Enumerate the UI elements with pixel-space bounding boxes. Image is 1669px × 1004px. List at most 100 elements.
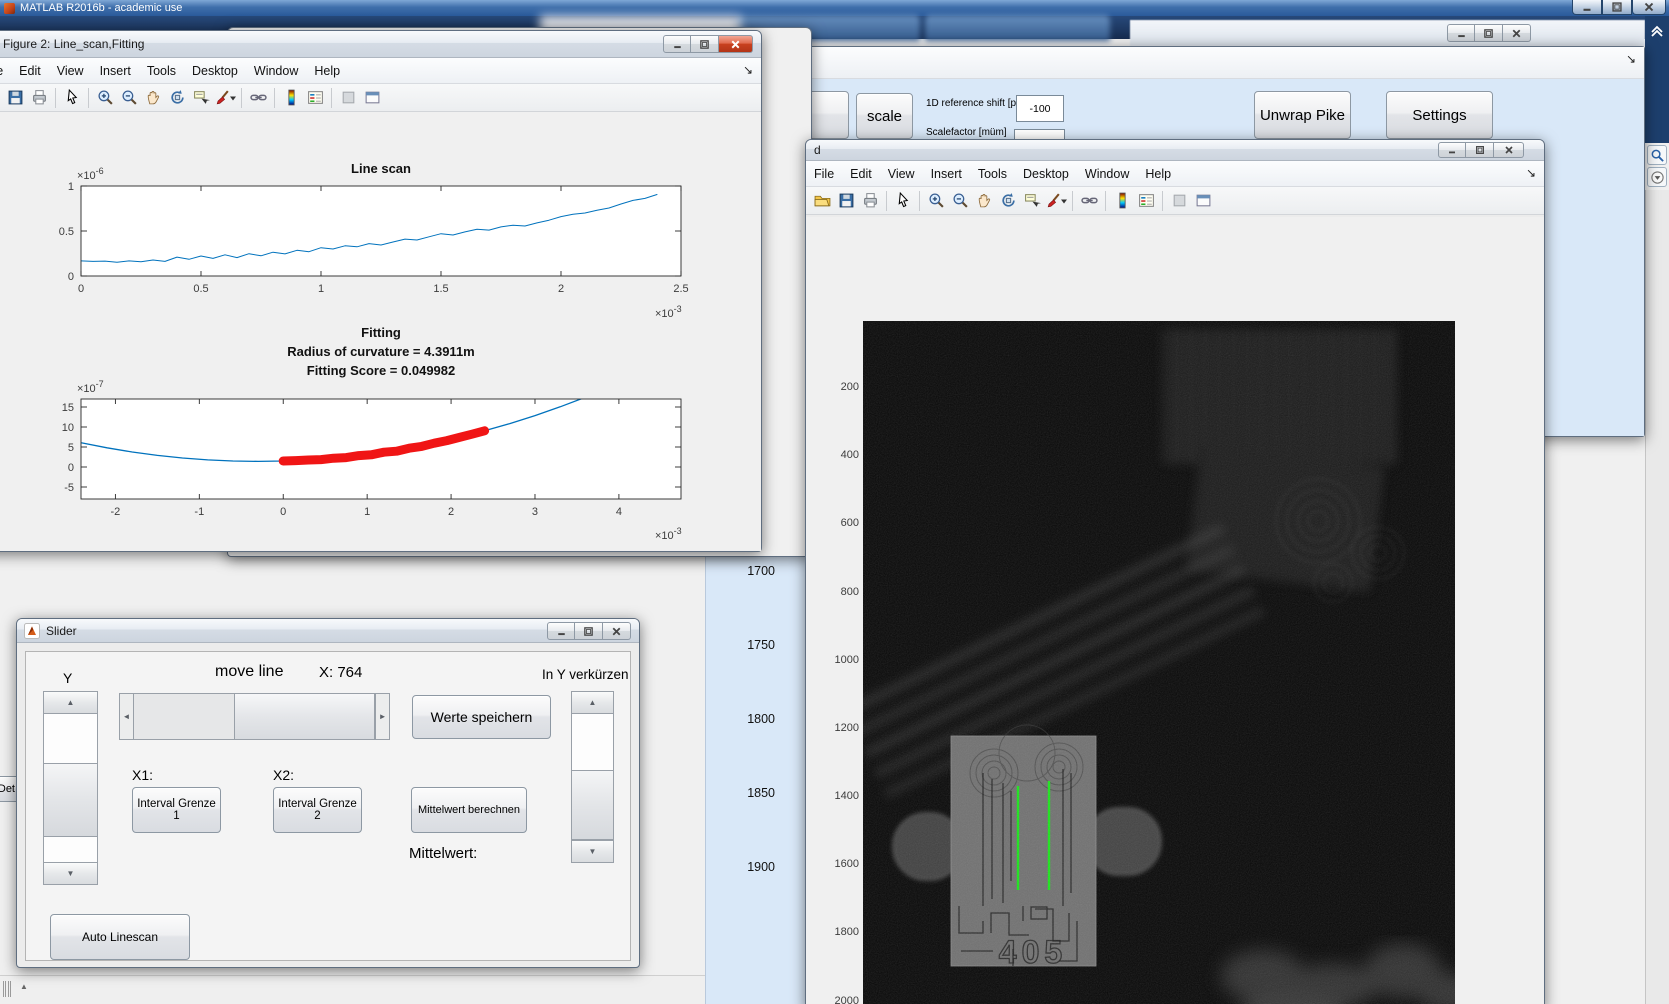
colorbar-icon[interactable] bbox=[279, 86, 303, 110]
dock-window-icon[interactable] bbox=[360, 86, 384, 110]
menu-tools[interactable]: Tools bbox=[970, 167, 1015, 181]
menu-help[interactable]: Help bbox=[1137, 167, 1179, 181]
pan-hand-icon[interactable] bbox=[972, 189, 996, 213]
slider-up-button[interactable]: ▲ bbox=[43, 691, 98, 714]
slider-down-button[interactable]: ▼ bbox=[43, 862, 98, 885]
maximize-button[interactable] bbox=[575, 622, 603, 640]
close-button[interactable] bbox=[719, 35, 753, 53]
auto-linescan-button[interactable]: Auto Linescan bbox=[50, 914, 190, 960]
dock-icon[interactable] bbox=[336, 86, 360, 110]
print-icon[interactable] bbox=[858, 189, 882, 213]
toolbar-separator bbox=[1072, 190, 1073, 211]
maximize-button[interactable] bbox=[691, 35, 719, 53]
zoom-in-icon[interactable] bbox=[924, 189, 948, 213]
dock-arrow-icon[interactable]: ↘ bbox=[1626, 52, 1636, 66]
microscopy-image[interactable]: 405 bbox=[863, 321, 1455, 1004]
rotate-3d-icon[interactable] bbox=[996, 189, 1020, 213]
slider-thumb[interactable] bbox=[233, 693, 376, 740]
brush-icon[interactable] bbox=[1044, 189, 1068, 213]
data-cursor-icon[interactable] bbox=[1020, 189, 1044, 213]
minimize-button[interactable] bbox=[1572, 0, 1602, 15]
panel-expand-arrow[interactable]: ▲ bbox=[20, 982, 28, 991]
menu-help[interactable]: Help bbox=[306, 64, 348, 78]
dock-arrow-icon[interactable]: ↘ bbox=[743, 63, 753, 77]
save-icon[interactable] bbox=[834, 189, 858, 213]
data-cursor-icon[interactable] bbox=[189, 86, 213, 110]
svg-text:0: 0 bbox=[280, 506, 286, 518]
unwrap-pike-button[interactable]: Unwrap Pike bbox=[1254, 91, 1351, 139]
zoom-out-icon[interactable] bbox=[117, 86, 141, 110]
slider-track[interactable] bbox=[133, 694, 234, 739]
legend-icon[interactable] bbox=[303, 86, 327, 110]
print-icon[interactable] bbox=[27, 86, 51, 110]
rotate-3d-icon[interactable] bbox=[165, 86, 189, 110]
move-line-slider[interactable]: ◄ ► bbox=[119, 693, 390, 740]
menu-window[interactable]: Window bbox=[1077, 167, 1137, 181]
link-plots-icon[interactable] bbox=[246, 86, 270, 110]
slider-up-button[interactable]: ▲ bbox=[571, 691, 614, 714]
menu-file[interactable]: File bbox=[0, 64, 11, 78]
save-icon[interactable] bbox=[3, 86, 27, 110]
menu-view[interactable]: View bbox=[880, 167, 923, 181]
menu-edit[interactable]: Edit bbox=[842, 167, 880, 181]
menu-insert[interactable]: Insert bbox=[923, 167, 970, 181]
minimize-button[interactable] bbox=[1447, 24, 1475, 42]
restore-button[interactable] bbox=[1466, 142, 1494, 158]
menu-desktop[interactable]: Desktop bbox=[1015, 167, 1077, 181]
dock-window-icon[interactable] bbox=[1191, 189, 1215, 213]
menu-window[interactable]: Window bbox=[246, 64, 306, 78]
menu-file[interactable]: File bbox=[806, 167, 842, 181]
minimize-button[interactable] bbox=[547, 622, 575, 640]
y-slider[interactable]: ▲ ▼ bbox=[43, 691, 98, 885]
cursor-icon[interactable] bbox=[60, 86, 84, 110]
menu-desktop[interactable]: Desktop bbox=[184, 64, 246, 78]
pan-hand-icon[interactable] bbox=[141, 86, 165, 110]
ref-shift-input[interactable]: -100 bbox=[1016, 95, 1064, 122]
settings-button[interactable]: Settings bbox=[1386, 91, 1493, 139]
search-button[interactable] bbox=[1647, 145, 1667, 165]
open-folder-icon[interactable] bbox=[810, 189, 834, 213]
menu-view[interactable]: View bbox=[49, 64, 92, 78]
werte-speichern-button[interactable]: Werte speichern bbox=[412, 695, 551, 739]
legend-icon[interactable] bbox=[1134, 189, 1158, 213]
menu-tools[interactable]: Tools bbox=[139, 64, 184, 78]
fitting-plot[interactable]: -2 -1 0 1 2 3 4 -5 0 5 10 15 Fitting Radius of curvat… bbox=[35, 321, 735, 546]
zoom-out-icon[interactable] bbox=[948, 189, 972, 213]
close-button[interactable] bbox=[1494, 142, 1524, 158]
blurred-tab[interactable] bbox=[925, 15, 1110, 41]
linescan-plot[interactable]: 0 0.5 1 1.5 2 2.5 0 0.5 1 Line scan ×10-6 ×10-3 bbox=[35, 121, 735, 331]
figure2-titlebar[interactable]: Figure 2: Line_scan,Fitting bbox=[0, 31, 761, 58]
link-plots-icon[interactable] bbox=[1077, 189, 1101, 213]
chevron-up-icon[interactable] bbox=[1649, 22, 1665, 38]
interval-grenze-1-button[interactable]: Interval Grenze 1 bbox=[132, 787, 221, 833]
colorbar-icon[interactable] bbox=[1110, 189, 1134, 213]
slider-thumb[interactable] bbox=[571, 770, 614, 840]
slider-down-button[interactable]: ▼ bbox=[571, 840, 614, 863]
dock-arrow-icon[interactable]: ↘ bbox=[1526, 166, 1536, 180]
restore-button[interactable] bbox=[1602, 0, 1632, 15]
mittelwert-berechnen-button[interactable]: Mittelwert berechnen bbox=[411, 787, 527, 833]
slider-right-button[interactable]: ► bbox=[375, 694, 389, 739]
expand-button[interactable] bbox=[1647, 167, 1667, 187]
close-button[interactable] bbox=[1632, 0, 1666, 15]
minimize-button[interactable] bbox=[663, 35, 691, 53]
scale-button[interactable]: scale bbox=[856, 93, 913, 139]
minimize-button[interactable] bbox=[1438, 142, 1466, 158]
restore-button[interactable] bbox=[1475, 24, 1503, 42]
dock-icon[interactable] bbox=[1167, 189, 1191, 213]
y-axis-label: Y bbox=[63, 670, 73, 686]
zoom-in-icon[interactable] bbox=[93, 86, 117, 110]
grip-handle[interactable] bbox=[3, 981, 13, 1002]
cursor-icon[interactable] bbox=[891, 189, 915, 213]
close-button[interactable] bbox=[603, 622, 631, 640]
brush-icon[interactable] bbox=[213, 86, 237, 110]
slider-thumb[interactable] bbox=[43, 763, 98, 837]
shorten-y-slider[interactable]: ▲ ▼ bbox=[571, 691, 614, 863]
interval-grenze-2-button[interactable]: Interval Grenze 2 bbox=[273, 787, 362, 833]
image-figure-titlebar[interactable]: d bbox=[806, 140, 1544, 161]
slider-titlebar[interactable]: Slider bbox=[17, 619, 639, 643]
slider-left-button[interactable]: ◄ bbox=[120, 694, 134, 739]
menu-edit[interactable]: Edit bbox=[11, 64, 49, 78]
close-button[interactable] bbox=[1503, 24, 1531, 42]
menu-insert[interactable]: Insert bbox=[92, 64, 139, 78]
